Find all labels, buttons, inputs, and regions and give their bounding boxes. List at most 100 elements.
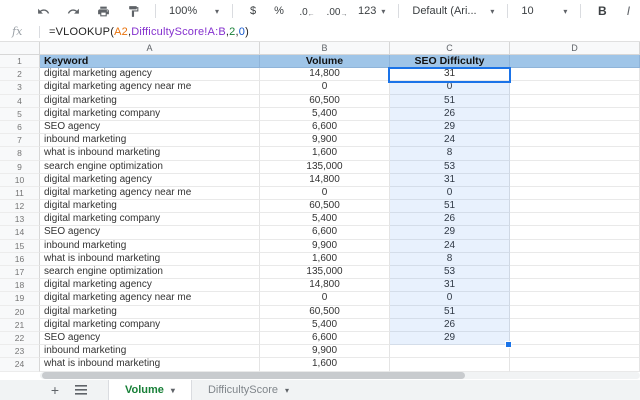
cell-A23[interactable]: inbound marketing — [40, 345, 260, 358]
cell-D1[interactable] — [510, 55, 640, 68]
cell-C19[interactable]: 0 — [390, 292, 510, 305]
formula-text[interactable]: =VLOOKUP(A2,DifficultyScore!A:B,2,0) — [49, 26, 249, 38]
cell-B23[interactable]: 9,900 — [260, 345, 390, 358]
row-number[interactable]: 10 — [0, 174, 40, 187]
cell-C21[interactable]: 26 — [390, 319, 510, 332]
cell-B7[interactable]: 9,900 — [260, 134, 390, 147]
cell-B2[interactable]: 14,800 — [260, 68, 390, 81]
cell-B3[interactable]: 0 — [260, 81, 390, 94]
cell-D22[interactable] — [510, 332, 640, 345]
cell-D8[interactable] — [510, 147, 640, 160]
cell-C14[interactable]: 29 — [390, 226, 510, 239]
cell-D18[interactable] — [510, 279, 640, 292]
cell-B6[interactable]: 6,600 — [260, 121, 390, 134]
row-number[interactable]: 15 — [0, 240, 40, 253]
row-number[interactable]: 14 — [0, 226, 40, 239]
cell-D14[interactable] — [510, 226, 640, 239]
horizontal-scrollbar[interactable] — [40, 372, 640, 379]
row-number[interactable]: 17 — [0, 266, 40, 279]
cell-B21[interactable]: 5,400 — [260, 319, 390, 332]
cell-C6[interactable]: 29 — [390, 121, 510, 134]
font-size-select[interactable]: 10 ▾ — [515, 0, 573, 22]
cell-D5[interactable] — [510, 108, 640, 121]
row-number[interactable]: 1 — [0, 55, 40, 68]
row-number[interactable]: 2 — [0, 68, 40, 81]
cell-B12[interactable]: 60,500 — [260, 200, 390, 213]
row-number[interactable]: 24 — [0, 358, 40, 371]
cell-B11[interactable]: 0 — [260, 187, 390, 200]
cell-C2[interactable]: 31 — [390, 68, 510, 81]
row-number[interactable]: 19 — [0, 292, 40, 305]
row-number[interactable]: 8 — [0, 147, 40, 160]
zoom-select[interactable]: 100% ▾ — [163, 0, 225, 22]
cell-B16[interactable]: 1,600 — [260, 253, 390, 266]
cell-A9[interactable]: search engine optimization — [40, 161, 260, 174]
cell-C17[interactable]: 53 — [390, 266, 510, 279]
cell-D12[interactable] — [510, 200, 640, 213]
row-number[interactable]: 22 — [0, 332, 40, 345]
cell-C5[interactable]: 26 — [390, 108, 510, 121]
cell-A7[interactable]: inbound marketing — [40, 134, 260, 147]
cell-C10[interactable]: 31 — [390, 174, 510, 187]
cell-A14[interactable]: SEO agency — [40, 226, 260, 239]
redo-button[interactable] — [58, 0, 88, 22]
cell-D13[interactable] — [510, 213, 640, 226]
cell-B14[interactable]: 6,600 — [260, 226, 390, 239]
cell-D11[interactable] — [510, 187, 640, 200]
row-number[interactable]: 4 — [0, 95, 40, 108]
cell-A20[interactable]: digital marketing — [40, 306, 260, 319]
cell-A13[interactable]: digital marketing company — [40, 213, 260, 226]
number-format-menu[interactable]: 123 ▾ — [352, 0, 391, 22]
column-header-B[interactable]: B — [260, 42, 390, 55]
row-number[interactable]: 6 — [0, 121, 40, 134]
cell-C7[interactable]: 24 — [390, 134, 510, 147]
cell-C16[interactable]: 8 — [390, 253, 510, 266]
cell-A11[interactable]: digital marketing agency near me — [40, 187, 260, 200]
row-number[interactable]: 21 — [0, 319, 40, 332]
cell-D10[interactable] — [510, 174, 640, 187]
cell-B8[interactable]: 1,600 — [260, 147, 390, 160]
cell-C24[interactable] — [390, 358, 510, 371]
cell-B22[interactable]: 6,600 — [260, 332, 390, 345]
chevron-down-icon[interactable]: ▾ — [171, 386, 175, 395]
column-header-D[interactable]: D — [510, 42, 640, 55]
increase-decimal-button[interactable]: .00→ — [322, 0, 352, 22]
undo-button[interactable] — [28, 0, 58, 22]
cell-B10[interactable]: 14,800 — [260, 174, 390, 187]
row-number[interactable]: 9 — [0, 161, 40, 174]
cell-C8[interactable]: 8 — [390, 147, 510, 160]
all-sheets-button[interactable] — [68, 380, 94, 400]
cell-D6[interactable] — [510, 121, 640, 134]
cell-C18[interactable]: 31 — [390, 279, 510, 292]
row-number[interactable]: 13 — [0, 213, 40, 226]
row-number[interactable]: 7 — [0, 134, 40, 147]
decrease-decimal-button[interactable]: .0← — [292, 0, 322, 22]
cell-D3[interactable] — [510, 81, 640, 94]
cell-C20[interactable]: 51 — [390, 306, 510, 319]
print-button[interactable] — [88, 0, 118, 22]
cell-D4[interactable] — [510, 95, 640, 108]
cell-A2[interactable]: digital marketing agency — [40, 68, 260, 81]
cell-A24[interactable]: what is inbound marketing — [40, 358, 260, 371]
column-header-A[interactable]: A — [40, 42, 260, 55]
column-header-C[interactable]: C — [390, 42, 510, 55]
cell-D16[interactable] — [510, 253, 640, 266]
italic-button[interactable]: I — [618, 0, 638, 22]
cell-D2[interactable] — [510, 68, 640, 81]
cell-D19[interactable] — [510, 292, 640, 305]
paint-format-button[interactable] — [118, 0, 148, 22]
scrollbar-thumb[interactable] — [42, 372, 465, 379]
cell-D23[interactable] — [510, 345, 640, 358]
cell-D20[interactable] — [510, 306, 640, 319]
row-number[interactable]: 20 — [0, 306, 40, 319]
cell-C12[interactable]: 51 — [390, 200, 510, 213]
cell-A8[interactable]: what is inbound marketing — [40, 147, 260, 160]
cell-B4[interactable]: 60,500 — [260, 95, 390, 108]
cell-A12[interactable]: digital marketing — [40, 200, 260, 213]
cell-B17[interactable]: 135,000 — [260, 266, 390, 279]
cell-D21[interactable] — [510, 319, 640, 332]
cell-B18[interactable]: 14,800 — [260, 279, 390, 292]
cell-B24[interactable]: 1,600 — [260, 358, 390, 371]
cell-B20[interactable]: 60,500 — [260, 306, 390, 319]
fill-handle[interactable] — [505, 341, 512, 348]
